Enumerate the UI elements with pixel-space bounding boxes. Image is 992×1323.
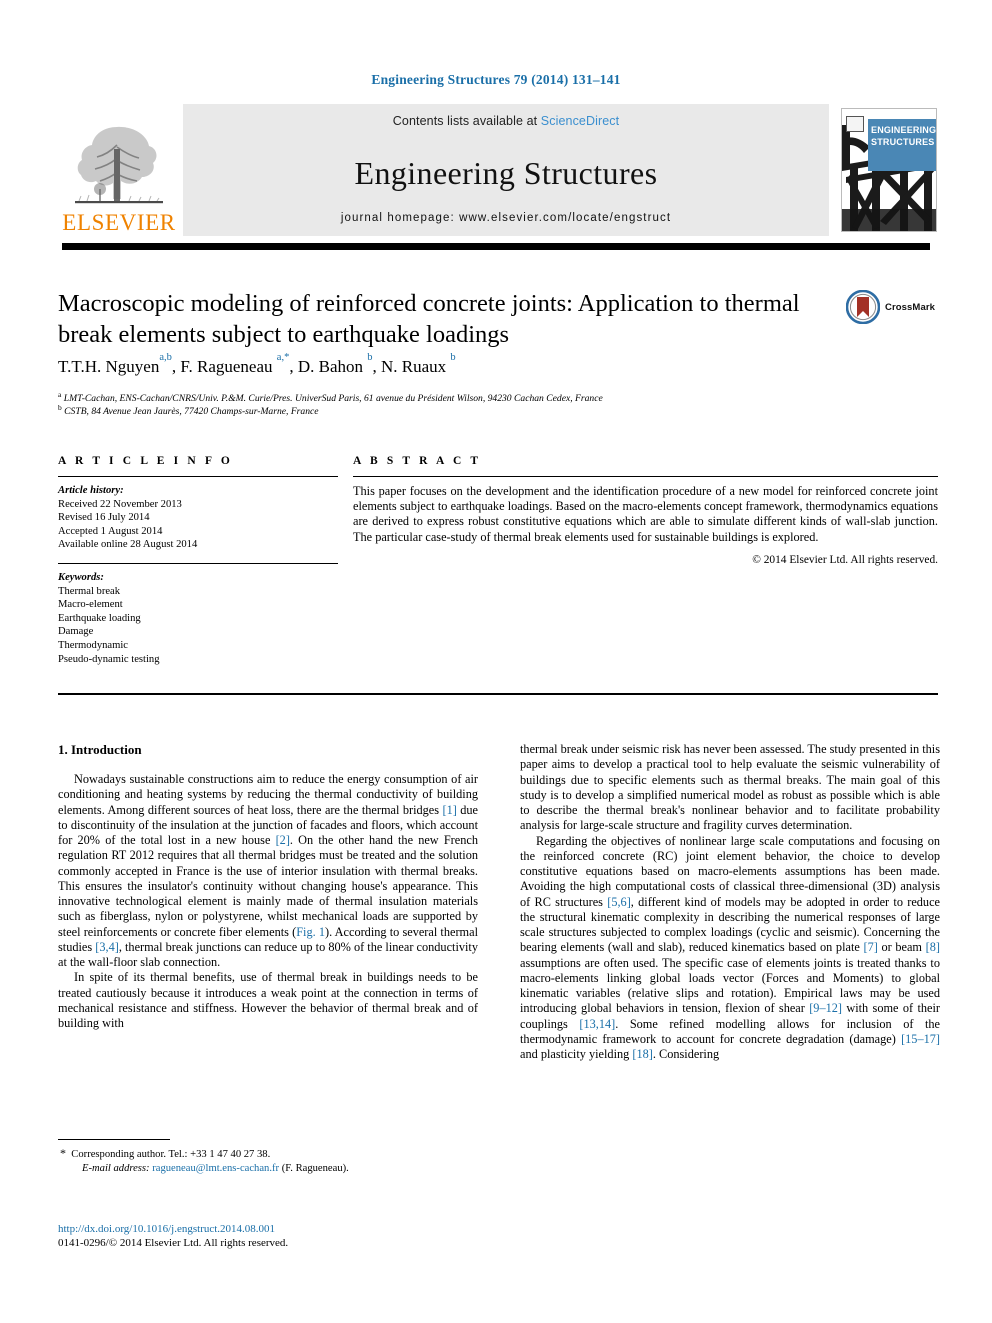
corresponding-author-line: * Corresponding author. Tel.: +33 1 47 4… xyxy=(60,1146,271,1160)
page-footer: http://dx.doi.org/10.1016/j.engstruct.20… xyxy=(58,1222,558,1250)
masthead-center: Contents lists available at ScienceDirec… xyxy=(183,104,829,236)
abstract-bottom-divider xyxy=(58,693,938,696)
crossmark-label: CrossMark xyxy=(885,301,936,313)
contents-prefix: Contents lists available at xyxy=(392,114,541,128)
section-heading-introduction: 1. Introduction xyxy=(58,742,142,757)
history-item: Revised 16 July 2014 xyxy=(58,512,150,524)
history-item: Accepted 1 August 2014 xyxy=(58,525,163,537)
abstract-column: A B S T R A C T This paper focuses on th… xyxy=(338,455,938,666)
journal-homepage-line[interactable]: journal homepage: www.elsevier.com/locat… xyxy=(341,212,671,224)
affiliation-b-text: CSTB, 84 Avenue Jean Jaurès, 77420 Champ… xyxy=(64,406,319,418)
crossmark-icon xyxy=(846,290,880,324)
footnote-rule xyxy=(58,1139,170,1140)
publisher-logo-block: ELSEVIER xyxy=(55,104,183,236)
keyword-item: Earthquake loading xyxy=(58,612,141,624)
journal-masthead: ELSEVIER Contents lists available at Sci… xyxy=(55,104,937,236)
article-info-rule xyxy=(58,476,338,477)
info-abstract-region: A R T I C L E I N F O Article history: R… xyxy=(58,455,938,666)
email-line[interactable]: E-mail address: ragueneau@lmt.ens-cachan… xyxy=(58,1162,478,1176)
paragraph: Regarding the objectives of nonlinear la… xyxy=(520,833,940,1062)
abstract-copyright: © 2014 Elsevier Ltd. All rights reserved… xyxy=(752,553,938,566)
paragraph: Nowadays sustainable constructions aim t… xyxy=(58,772,478,969)
history-item: Received 22 November 2013 xyxy=(58,498,182,510)
keyword-item: Pseudo-dynamic testing xyxy=(58,653,160,665)
cover-journal-title: ENGINEERING STRUCTURES xyxy=(868,119,936,171)
article-info-column: A R T I C L E I N F O Article history: R… xyxy=(58,455,338,666)
journal-cover-thumbnail: ENGINEERING STRUCTURES xyxy=(841,108,937,232)
history-item: Available online 28 August 2014 xyxy=(58,539,198,551)
article-history: Article history: Received 22 November 20… xyxy=(58,484,338,552)
article-history-label: Article history: xyxy=(58,485,124,496)
keywords-list: Keywords: Thermal break Macro-element Ea… xyxy=(58,571,338,666)
article-info-heading: A R T I C L E I N F O xyxy=(58,455,233,467)
cover-elsevier-mark xyxy=(846,116,864,132)
paper-page: Engineering Structures 79 (2014) 131–141… xyxy=(0,0,992,1323)
masthead-divider xyxy=(62,243,930,250)
cover-title-line1: ENGINEERING xyxy=(871,125,937,135)
page-title: Macroscopic modeling of reinforced concr… xyxy=(58,290,800,348)
doi-link[interactable]: http://dx.doi.org/10.1016/j.engstruct.20… xyxy=(58,1222,558,1236)
paragraph: thermal break under seismic risk has nev… xyxy=(520,742,940,833)
sciencedirect-link[interactable]: ScienceDirect xyxy=(541,114,619,128)
publisher-name: ELSEVIER xyxy=(62,210,176,235)
abstract-text: This paper focuses on the development an… xyxy=(353,484,938,544)
keyword-item: Macro-element xyxy=(58,599,123,611)
affiliation-b: b CSTB, 84 Avenue Jean Jaurès, 77420 Cha… xyxy=(58,403,319,418)
keyword-item: Thermodynamic xyxy=(58,639,129,651)
keywords-label: Keywords: xyxy=(58,571,104,583)
keywords-rule xyxy=(58,562,338,564)
cover-title-line2: STRUCTURES xyxy=(871,137,935,147)
journal-title: Engineering Structures xyxy=(354,154,658,191)
journal-cover-block: ENGINEERING STRUCTURES xyxy=(829,104,937,236)
crossmark-badge[interactable]: CrossMark xyxy=(846,290,935,324)
abstract-heading: A B S T R A C T xyxy=(353,455,482,467)
body-column-right: thermal break under seismic risk has nev… xyxy=(520,742,940,1212)
contents-lists-line: Contents lists available at ScienceDirec… xyxy=(393,114,619,128)
corresponding-author-footnote: * Corresponding author. Tel.: +33 1 47 4… xyxy=(58,1139,478,1176)
abstract-rule xyxy=(353,476,938,477)
running-head: Engineering Structures 79 (2014) 131–141 xyxy=(371,72,621,87)
keyword-item: Thermal break xyxy=(58,585,121,597)
keyword-item: Damage xyxy=(58,626,94,638)
issn-copyright: 0141-0296/© 2014 Elsevier Ltd. All right… xyxy=(58,1237,289,1249)
paragraph: In spite of its thermal benefits, use of… xyxy=(58,970,478,1030)
author-list: T.T.H. Nguyena,b, F. Ragueneau a,*, D. B… xyxy=(58,351,456,376)
elsevier-tree-icon xyxy=(75,126,163,204)
